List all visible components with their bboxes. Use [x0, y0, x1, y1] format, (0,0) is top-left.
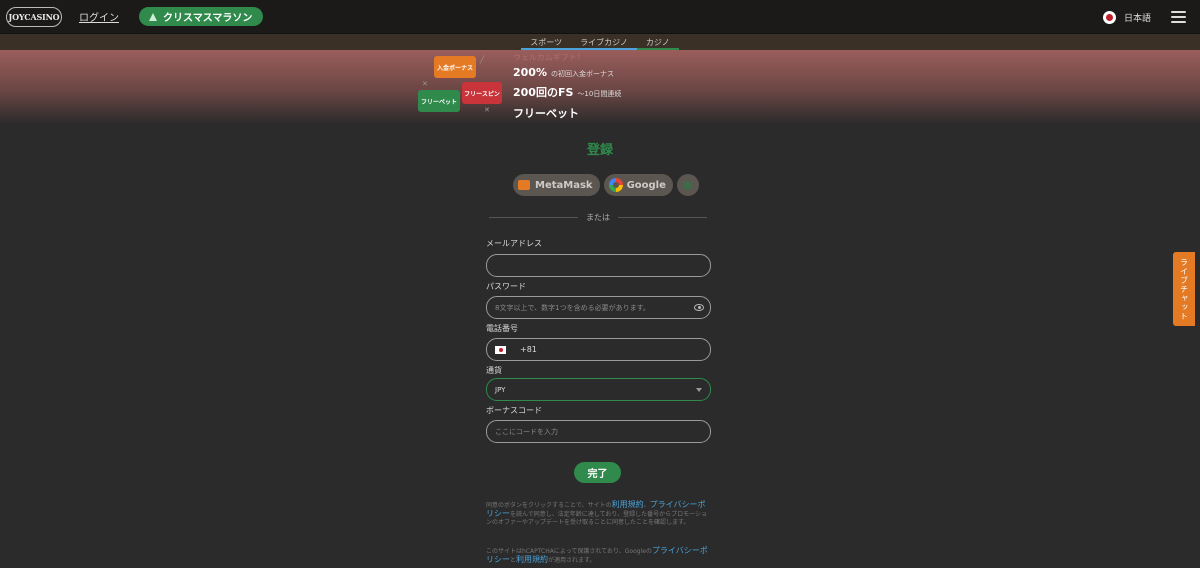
tab-sports[interactable]: スポーツ: [521, 34, 572, 50]
email-label: メールアドレス: [486, 239, 542, 248]
captcha-text: このサイトはhCAPTCHAによって保護されており、Googleのプライバシーポ…: [486, 546, 708, 565]
live-chat-button[interactable]: ライブチャット: [1173, 252, 1195, 326]
login-link[interactable]: ログイン: [79, 9, 119, 24]
tab-live-casino[interactable]: ライブカジノ: [571, 34, 637, 50]
christmas-marathon-label: クリスマスマラソン: [163, 13, 253, 24]
japan-flag-icon[interactable]: [495, 345, 506, 354]
chevron-down-icon: [696, 387, 702, 392]
bonus-code-placeholder: ここにコードを入力: [495, 427, 558, 436]
currency-value: JPY: [495, 385, 506, 394]
google-label: Google: [626, 179, 666, 191]
tree-icon: [149, 12, 157, 21]
show-password-icon[interactable]: [694, 304, 704, 311]
password-placeholder: 8文字以上で、数字1つを含める必要があります。: [495, 303, 650, 312]
or-text: または: [586, 213, 610, 222]
sparkle-icon: ╱: [480, 56, 485, 64]
social-login: MetaMask Google: [513, 174, 699, 196]
bonus-code-label: ボーナスコード: [486, 406, 542, 415]
page-title: 登録: [586, 143, 613, 158]
free-spins-line: 200回のFS ～10日間連続: [513, 86, 622, 99]
google-terms-link[interactable]: 利用規約: [516, 555, 548, 564]
bonus-code-input[interactable]: ここにコードを入力: [486, 420, 711, 443]
tab-casino[interactable]: カジノ: [636, 34, 679, 50]
language-selector[interactable]: 日本語: [1124, 11, 1151, 24]
or-divider: または: [489, 212, 707, 223]
phone-label: 電話番号: [486, 324, 518, 333]
phone-field[interactable]: +81: [486, 338, 711, 361]
header-right: 日本語: [1102, 0, 1186, 34]
japan-flag-icon[interactable]: [1102, 10, 1116, 24]
other-login-button[interactable]: [676, 174, 699, 196]
freebet-badge: フリーベット: [418, 90, 460, 112]
category-tabs: スポーツ ライブカジノ カジノ: [0, 34, 1200, 50]
hamburger-menu-icon[interactable]: [1171, 11, 1186, 23]
metamask-button[interactable]: MetaMask: [513, 174, 600, 196]
password-label: パスワード: [486, 282, 526, 291]
terms-link[interactable]: 利用規約: [612, 500, 644, 509]
metamask-label: MetaMask: [535, 179, 593, 191]
submit-button[interactable]: 完了: [574, 462, 621, 483]
freespin-badge: フリースピン: [462, 82, 502, 104]
joycasino-logo[interactable]: JOYCASINO: [6, 6, 62, 27]
welcome-gift-title: ウェルカムギフト！: [513, 53, 585, 62]
metamask-fox-icon: [518, 180, 530, 190]
google-icon: [608, 178, 623, 192]
bonus-illustration: 入金ボーナス フリーベット フリースピン ╱ ✕ ✕: [418, 54, 504, 118]
freebet-line: フリーベット: [513, 107, 579, 120]
country-code: +81: [520, 345, 537, 354]
currency-label: 通貨: [486, 366, 502, 375]
email-field[interactable]: [486, 254, 711, 277]
deposit-bonus-badge: 入金ボーナス: [434, 56, 476, 78]
sparkle-icon: ✕: [484, 106, 490, 114]
christmas-marathon-button[interactable]: クリスマスマラソン: [139, 7, 264, 26]
consent-text: 同意のボタンをクリックすることで、サイトの利用規約、プライバシーポリシーを読んで…: [486, 500, 707, 527]
sparkle-icon: ✕: [422, 80, 428, 88]
banner-text: ウェルカムギフト！ 200% の初回入金ボーナス 200回のFS ～10日間連続 フ…: [513, 52, 621, 121]
google-button[interactable]: Google: [603, 174, 673, 196]
password-field[interactable]: 8文字以上で、数字1つを含める必要があります。: [486, 296, 711, 319]
deposit-bonus-line: 200% の初回入金ボーナス: [513, 66, 614, 79]
currency-select[interactable]: JPY: [486, 378, 711, 401]
top-bar: JOYCASINO ログイン クリスマスマラソン 日本語: [0, 0, 1200, 34]
